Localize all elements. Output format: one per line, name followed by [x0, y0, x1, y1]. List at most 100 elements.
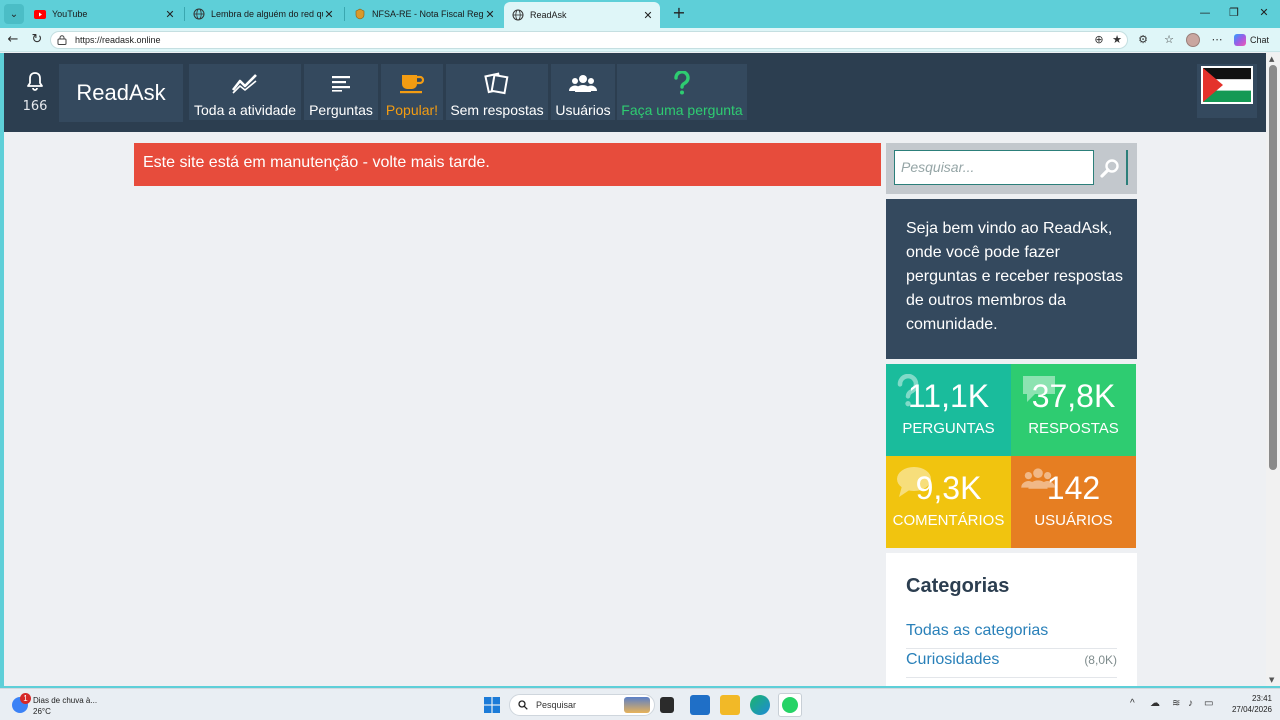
whatsapp-app-button[interactable]	[778, 693, 802, 717]
weather-text: Dias de chuva à... 26°C	[33, 695, 97, 717]
users-icon	[551, 70, 615, 96]
volume-icon[interactable]: ♪	[1188, 698, 1193, 709]
nav-popular[interactable]: Popular!	[381, 64, 443, 120]
nav-all-activity[interactable]: Toda a atividade	[189, 64, 301, 120]
tab-lembra[interactable]: Lembra de alguém do red que sur ✕	[185, 2, 341, 26]
stat-questions[interactable]: 11,1K PERGUNTAS	[886, 364, 1011, 456]
search-button[interactable]	[1094, 150, 1128, 185]
stat-label: PERGUNTAS	[902, 420, 995, 437]
notification-badge: 1	[20, 693, 31, 704]
close-icon[interactable]: ✕	[484, 8, 496, 21]
nav-ask-question[interactable]: Faça uma pergunta	[617, 64, 747, 120]
tab-readask[interactable]: ReadAsk ✕	[504, 2, 660, 28]
search-icon	[518, 700, 528, 710]
more-options-icon[interactable]: ⋯	[1208, 31, 1226, 49]
globe-icon	[193, 8, 205, 20]
clock-time: 23:41	[1251, 694, 1272, 703]
close-icon[interactable]: ✕	[164, 8, 176, 21]
file-explorer-icon[interactable]	[720, 695, 740, 715]
edge-browser-icon[interactable]	[750, 695, 770, 715]
category-item[interactable]: Todas as categorias	[906, 620, 1117, 649]
nav-questions[interactable]: Perguntas	[304, 64, 378, 120]
stat-value: 9,3K	[915, 470, 982, 506]
nav-label: Usuários	[555, 102, 611, 118]
stat-label: USUÁRIOS	[1034, 512, 1113, 529]
whatsapp-icon	[782, 697, 798, 713]
tab-title: ReadAsk	[530, 10, 567, 20]
reload-button[interactable]: ↻	[28, 31, 46, 49]
minimize-button[interactable]: —	[1190, 6, 1220, 19]
nav-unanswered[interactable]: Sem respostas	[446, 64, 548, 120]
notification-count: 166	[22, 99, 48, 114]
new-tab-button[interactable]: +	[670, 4, 688, 22]
tray-expand-icon[interactable]: ^	[1130, 698, 1135, 709]
restore-button[interactable]: ❐	[1219, 6, 1249, 19]
category-link[interactable]: Curiosidades	[906, 651, 999, 669]
stat-comments[interactable]: 9,3K COMENTÁRIOS	[886, 456, 1011, 548]
scroll-up-icon[interactable]: ▲	[1269, 55, 1274, 63]
categories-panel: Categorias Todas as categorias Curiosida…	[886, 553, 1137, 686]
clock-date: 27/04/2026	[1231, 705, 1272, 714]
windows-start-icon[interactable]	[484, 697, 500, 713]
page-body: Este site está em manutenção - volte mai…	[4, 132, 1266, 686]
category-count: (8,0K)	[1084, 653, 1117, 667]
task-view-icon[interactable]	[660, 697, 674, 713]
site-logo[interactable]: ReadAsk	[59, 64, 183, 122]
nav-label: Popular!	[385, 102, 439, 118]
taskbar-search[interactable]: Pesquisar	[509, 694, 655, 716]
weather-widget[interactable]: 1 Dias de chuva à... 26°C	[12, 693, 132, 719]
nfsa-icon	[354, 8, 366, 20]
tab-title: YouTube	[52, 9, 88, 19]
tab-nfsa[interactable]: NFSA-RE - Nota Fiscal Regime Esp ✕	[346, 2, 502, 26]
stat-value: 142	[1046, 470, 1101, 506]
onedrive-icon[interactable]: ☁	[1150, 698, 1160, 709]
globe-icon	[512, 9, 524, 21]
address-bar[interactable]: https://readask.online	[50, 31, 1128, 49]
scroll-down-icon[interactable]: ▼	[1269, 676, 1274, 684]
profile-avatar[interactable]	[1186, 33, 1200, 47]
categories-title: Categorias	[906, 575, 1010, 597]
category-item[interactable]: Curiosidades (8,0K)	[906, 649, 1117, 678]
nav-label: Sem respostas	[450, 102, 544, 118]
stats-panel: 11,1K PERGUNTAS 37,8K RESPOSTAS 9,3K COM…	[886, 364, 1137, 548]
category-link[interactable]: Todas as categorias	[906, 622, 1048, 640]
address-toolbar: ← ↻ https://readask.online ⊕ ★ ⚙ ☆ ⋯ Cha…	[0, 28, 1280, 52]
page-scrollbar[interactable]: ▲ ▼	[1266, 53, 1280, 686]
palestine-flag-icon	[1201, 66, 1253, 104]
language-flag-button[interactable]	[1197, 64, 1257, 118]
nav-label: Toda a atividade	[194, 102, 296, 118]
nav-users[interactable]: Usuários	[551, 64, 615, 120]
notifications-button[interactable]: 166	[18, 71, 52, 123]
back-button[interactable]: ←	[4, 31, 22, 49]
weather-title: Dias de chuva à...	[33, 696, 98, 705]
extensions-icon[interactable]: ⚙	[1134, 31, 1152, 49]
favorites-icon[interactable]: ☆	[1160, 31, 1178, 49]
taskbar-clock[interactable]: 23:41 27/04/2026	[1222, 693, 1272, 715]
site-info-icon[interactable]	[57, 35, 69, 45]
taskbar-search-placeholder: Pesquisar	[536, 700, 577, 710]
copilot-icon	[1234, 34, 1246, 46]
favorite-star-icon[interactable]: ★	[1108, 31, 1126, 49]
copilot-chat-button[interactable]: Chat	[1234, 31, 1269, 49]
bell-icon	[27, 72, 43, 91]
maintenance-alert: Este site está em manutenção - volte mai…	[134, 143, 881, 186]
stat-answers[interactable]: 37,8K RESPOSTAS	[1011, 364, 1136, 456]
url-text: https://readask.online	[75, 35, 161, 45]
activity-chart-icon	[189, 70, 301, 96]
store-app-icon[interactable]	[690, 695, 710, 715]
wifi-icon[interactable]: ≋	[1172, 698, 1180, 709]
stat-value: 37,8K	[1031, 378, 1116, 414]
tab-youtube[interactable]: YouTube ✕	[26, 2, 182, 26]
nav-label: Faça uma pergunta	[621, 102, 743, 118]
stat-users[interactable]: 142 USUÁRIOS	[1011, 456, 1136, 548]
tab-actions-menu-button[interactable]: ⌄	[4, 4, 24, 24]
search-input[interactable]: Pesquisar...	[894, 150, 1094, 185]
search-highlight-icon	[624, 697, 650, 713]
close-icon[interactable]: ✕	[323, 8, 335, 21]
search-panel: Pesquisar...	[886, 143, 1137, 194]
scrollbar-thumb[interactable]	[1269, 65, 1277, 470]
close-icon[interactable]: ✕	[642, 9, 654, 22]
close-window-button[interactable]: ✕	[1249, 6, 1279, 19]
zoom-icon[interactable]: ⊕	[1090, 31, 1108, 49]
battery-icon[interactable]: ▭	[1204, 698, 1213, 709]
